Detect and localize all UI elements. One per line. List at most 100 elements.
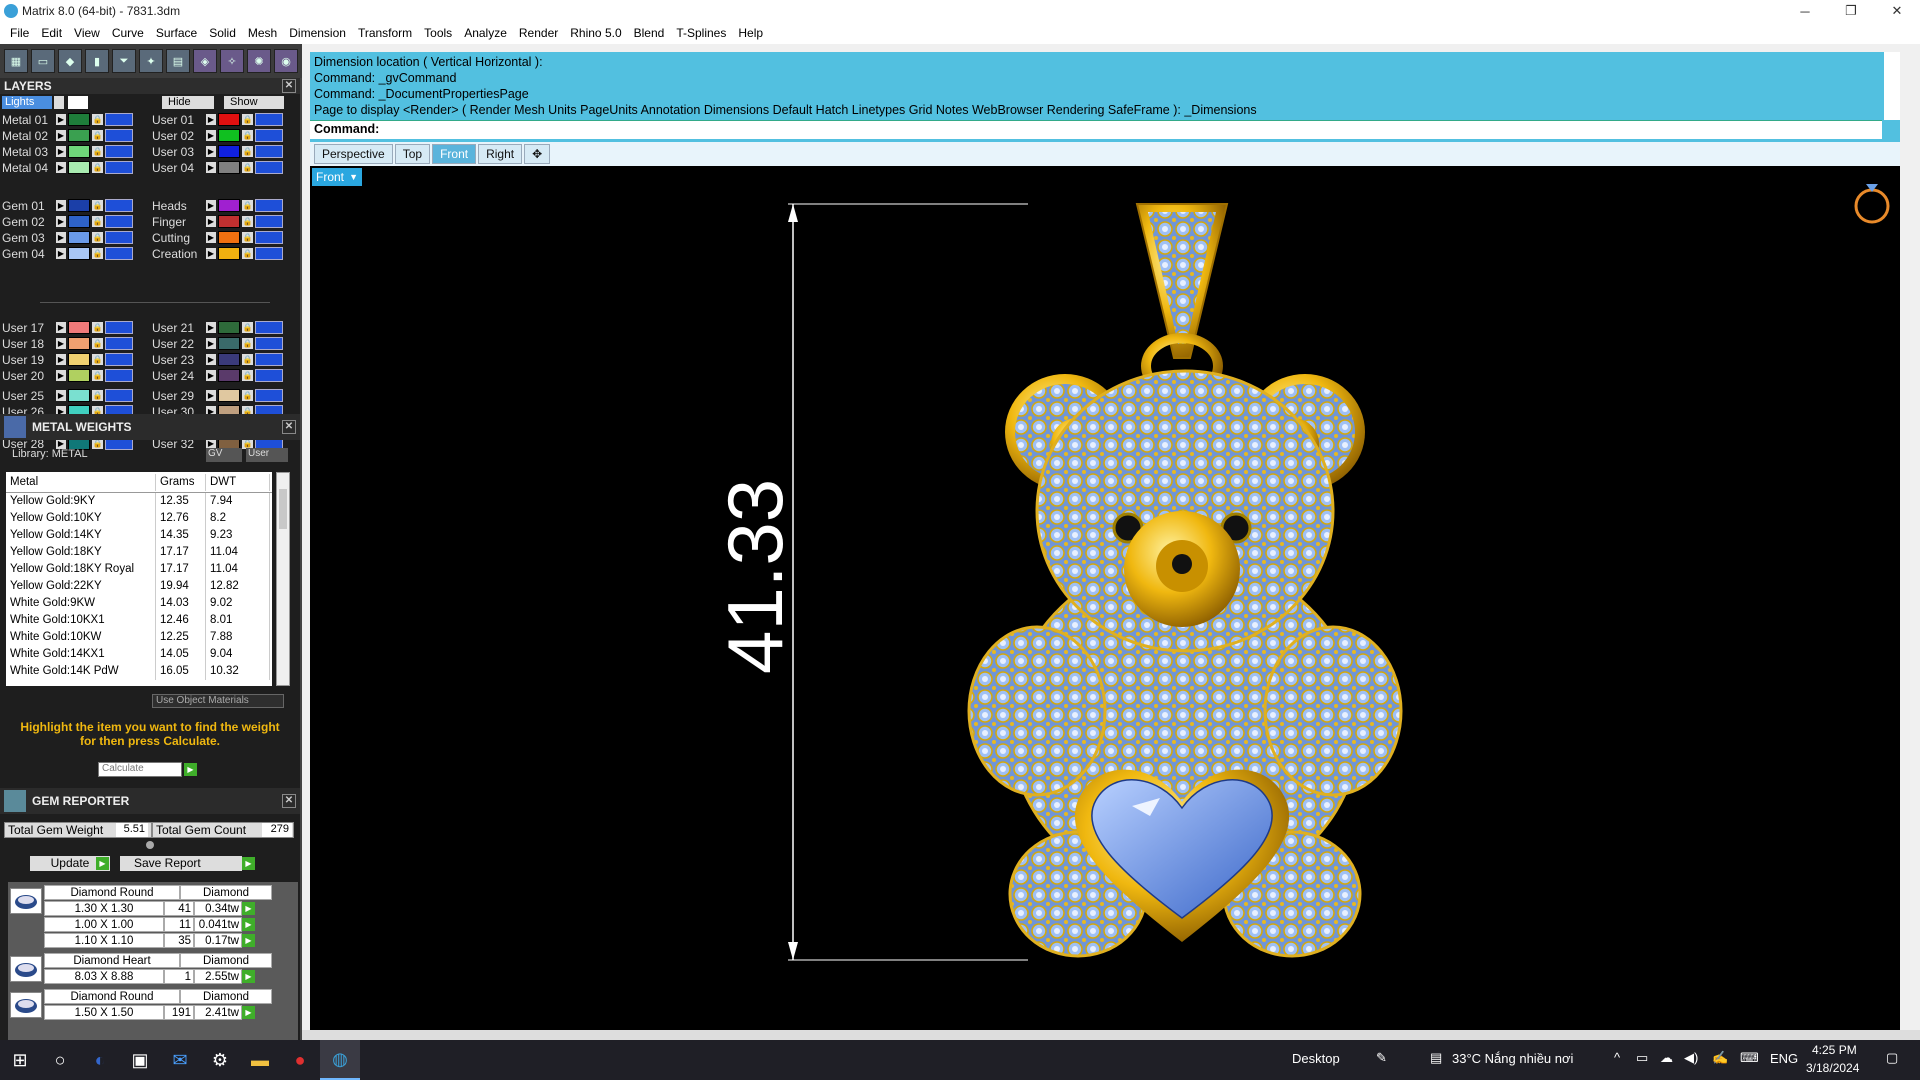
layer-expand-icon[interactable]: ▶ (56, 390, 66, 401)
layer-row[interactable]: User 25 ▶ 🔒 (2, 388, 133, 403)
metal-column-header[interactable]: Metal (6, 473, 156, 491)
layer-visibility-toggle[interactable] (255, 369, 283, 382)
layer-expand-icon[interactable]: ▶ (206, 130, 216, 141)
layer-row[interactable]: Finger ▶ 🔒 (152, 214, 283, 229)
lock-icon[interactable]: 🔒 (242, 354, 253, 365)
layer-visibility-toggle[interactable] (255, 161, 283, 174)
menu-solid[interactable]: Solid (203, 26, 242, 40)
layer-color-swatch[interactable] (68, 353, 90, 366)
layer-visibility-toggle[interactable] (255, 129, 283, 142)
layer-expand-icon[interactable]: ▶ (56, 146, 66, 157)
layer-expand-icon[interactable]: ▶ (206, 248, 216, 259)
layer-expand-icon[interactable]: ▶ (56, 248, 66, 259)
layer-color-swatch[interactable] (68, 247, 90, 260)
table-row[interactable]: Yellow Gold:22KY 19.94 12.82 (6, 578, 272, 595)
layer-expand-icon[interactable]: ▶ (206, 338, 216, 349)
gem-select-icon[interactable]: ▶ (242, 917, 255, 931)
layer-expand-icon[interactable]: ▶ (206, 370, 216, 381)
desktop-toolbar[interactable]: Desktop (1292, 1051, 1340, 1066)
menu-file[interactable]: File (4, 26, 35, 40)
layer-expand-icon[interactable]: ▶ (206, 216, 216, 227)
lock-icon[interactable]: 🔒 (242, 130, 253, 141)
window-icon[interactable]: ▭ (31, 49, 55, 73)
lock-icon[interactable]: 🔒 (92, 130, 103, 141)
menu-view[interactable]: View (68, 26, 106, 40)
box-icon[interactable]: ▮ (85, 49, 109, 73)
layer-expand-icon[interactable]: ▶ (206, 200, 216, 211)
metal-tool-icon[interactable]: ✧ (220, 49, 244, 73)
tab-perspective[interactable]: Perspective (314, 144, 393, 164)
layer-visibility-toggle[interactable] (255, 247, 283, 260)
menu-surface[interactable]: Surface (150, 26, 203, 40)
layer-visibility-toggle[interactable] (255, 353, 283, 366)
calculate-go-icon[interactable]: ▶ (184, 763, 197, 776)
gem-size-row[interactable]: 8.03 X 8.88 1 2.55tw ▶ (44, 968, 255, 984)
layer-color-swatch[interactable] (218, 231, 240, 244)
language-indicator[interactable]: ENG (1770, 1051, 1798, 1066)
layer-visibility-toggle[interactable] (105, 337, 133, 350)
gem-size-row[interactable]: 1.10 X 1.10 35 0.17tw ▶ (44, 932, 255, 948)
layer-visibility-toggle[interactable] (255, 199, 283, 212)
gem-size-row[interactable]: 1.00 X 1.00 11 0.041tw ▶ (44, 916, 255, 932)
lock-icon[interactable]: 🔒 (92, 390, 103, 401)
layer-expand-icon[interactable]: ▶ (206, 322, 216, 333)
metal-weights-close-icon[interactable]: ✕ (282, 420, 296, 434)
tab-right[interactable]: Right (478, 144, 523, 164)
layer-color-swatch[interactable] (218, 113, 240, 126)
table-row[interactable]: White Gold:14KX1 14.05 9.04 (6, 646, 272, 663)
table-row[interactable]: Yellow Gold:14KY 14.35 9.23 (6, 527, 272, 544)
layer-row[interactable]: User 24 ▶ 🔒 (152, 368, 283, 383)
menu-rhino[interactable]: Rhino 5.0 (564, 26, 627, 40)
menu-curve[interactable]: Curve (106, 26, 150, 40)
layer-visibility-toggle[interactable] (255, 389, 283, 402)
menu-blend[interactable]: Blend (628, 26, 671, 40)
layer-color-swatch[interactable] (68, 337, 90, 350)
layer-row[interactable]: User 20 ▶ 🔒 (2, 368, 133, 383)
lock-icon[interactable]: 🔒 (92, 248, 103, 259)
layer-row[interactable]: Metal 04 ▶ 🔒 (2, 160, 133, 175)
lock-icon[interactable]: 🔒 (92, 162, 103, 173)
restore-button[interactable]: ❐ (1828, 0, 1874, 22)
layer-expand-icon[interactable]: ▶ (56, 114, 66, 125)
user-toggle[interactable]: User (246, 448, 288, 462)
layer-visibility-toggle[interactable] (105, 389, 133, 402)
layer-expand-icon[interactable]: ▶ (206, 114, 216, 125)
table-row[interactable]: White Gold:10KW 12.25 7.88 (6, 629, 272, 646)
layer-visibility-toggle[interactable] (255, 145, 283, 158)
layer-row[interactable]: User 17 ▶ 🔒 (2, 320, 133, 335)
table-row[interactable]: White Gold:14K PdW 16.05 10.32 (6, 663, 272, 680)
layer-expand-icon[interactable]: ▶ (56, 200, 66, 211)
save-report-go-icon[interactable]: ▶ (242, 857, 255, 870)
tab-top[interactable]: Top (394, 144, 431, 164)
layer-visibility-toggle[interactable] (105, 247, 133, 260)
lock-icon[interactable]: 🔒 (242, 390, 253, 401)
lock-icon[interactable]: 🔒 (242, 146, 253, 157)
mail-icon[interactable]: ✉ (160, 1040, 200, 1080)
red-app-icon[interactable]: ● (280, 1040, 320, 1080)
gem-select-icon[interactable]: ▶ (242, 901, 255, 915)
gem-select-icon[interactable]: ▶ (242, 969, 255, 983)
layer-visibility-toggle[interactable] (105, 129, 133, 142)
lock-icon[interactable]: 🔒 (242, 114, 253, 125)
menu-tsplines[interactable]: T-Splines (670, 26, 732, 40)
layer-visibility-toggle[interactable] (105, 199, 133, 212)
metal-table-scroll-thumb[interactable] (279, 489, 287, 529)
menu-mesh[interactable]: Mesh (242, 26, 283, 40)
store-icon[interactable]: ▣ (120, 1040, 160, 1080)
layer-color-swatch[interactable] (68, 321, 90, 334)
layer-color-swatch[interactable] (218, 129, 240, 142)
lock-icon[interactable]: 🔒 (92, 114, 103, 125)
metal-table-scrollbar[interactable] (276, 472, 290, 686)
layer-row[interactable]: User 19 ▶ 🔒 (2, 352, 133, 367)
lock-icon[interactable]: 🔒 (242, 322, 253, 333)
lights-swatch[interactable] (68, 96, 88, 109)
layer-color-swatch[interactable] (68, 389, 90, 402)
layer-expand-icon[interactable]: ▶ (56, 322, 66, 333)
layer-row[interactable]: Gem 03 ▶ 🔒 (2, 230, 133, 245)
layer-expand-icon[interactable]: ▶ (56, 354, 66, 365)
splitter-handle[interactable] (146, 841, 154, 849)
layer-row[interactable]: Metal 03 ▶ 🔒 (2, 144, 133, 159)
table-row[interactable]: Yellow Gold:10KY 12.76 8.2 (6, 510, 272, 527)
layer-expand-icon[interactable]: ▶ (206, 162, 216, 173)
clock-time[interactable]: 4:25 PM (1812, 1043, 1857, 1057)
